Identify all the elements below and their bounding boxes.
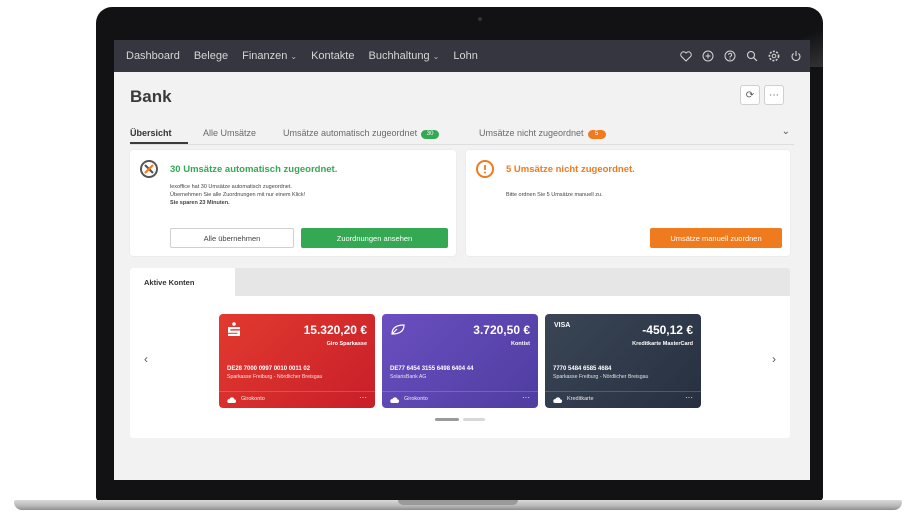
nav-buchhaltung[interactable]: Buchhaltung ⌄ xyxy=(368,50,439,62)
nav-dashboard[interactable]: Dashboard xyxy=(126,50,180,62)
accept-all-button[interactable]: Alle übernehmen xyxy=(170,228,294,248)
cloud-icon xyxy=(227,397,236,403)
carousel-page-indicator-active[interactable] xyxy=(435,418,459,421)
nav-kontakte[interactable]: Kontakte xyxy=(311,50,354,62)
card-account-name: Kontist xyxy=(511,341,530,347)
app-screen: Dashboard Belege Finanzen ⌄ Kontakte Buch… xyxy=(114,40,810,480)
kontist-logo-icon xyxy=(391,322,405,340)
nav-belege[interactable]: Belege xyxy=(194,50,228,62)
account-card-sparkasse[interactable]: 15.320,20 € Giro Sparkasse DE28 7000 099… xyxy=(219,314,375,408)
tab-nicht-zugeordnet-label: Umsätze nicht zugeordnet xyxy=(479,128,584,138)
tab-uebersicht[interactable]: Übersicht xyxy=(130,128,172,138)
card-more-button[interactable]: ··· xyxy=(685,393,693,402)
lexoffice-logo-icon xyxy=(140,160,158,178)
tab-alle-umsaetze-label: Alle Umsätze xyxy=(203,128,257,138)
unassigned-text: Bitte ordnen Sie 5 Umsätze manuell zu. xyxy=(506,192,603,198)
laptop-base xyxy=(0,498,916,515)
nav-lohn[interactable]: Lohn xyxy=(453,50,477,62)
card-bank-name: Sparkasse Freiburg - Nördlicher Breisgau xyxy=(227,374,323,380)
card-account-name: Giro Sparkasse xyxy=(326,341,367,347)
unassigned-heading: 5 Umsätze nicht zugeordnet. xyxy=(506,164,635,175)
carousel-next-button[interactable]: › xyxy=(772,352,776,366)
base-notch xyxy=(398,500,518,505)
refresh-button[interactable]: ⟳ xyxy=(740,85,760,105)
tab-automatisch-zugeordnet[interactable]: Umsätze automatisch zugeordnet 30 xyxy=(283,128,440,139)
nav-finanzen[interactable]: Finanzen ⌄ xyxy=(242,50,297,62)
heart-icon[interactable] xyxy=(680,50,692,62)
view-assignments-button[interactable]: Zuordnungen ansehen xyxy=(301,228,448,248)
carousel-prev-button[interactable]: ‹ xyxy=(144,352,148,366)
active-accounts-section: Aktive Konten ‹ › 15.320,20 € Giro Spark… xyxy=(130,268,790,438)
auto-assigned-text-1: lexoffice hat 30 Umsätze automatisch zug… xyxy=(170,184,292,190)
auto-assigned-heading: 30 Umsätze automatisch zugeordnet. xyxy=(170,164,338,175)
help-icon[interactable] xyxy=(724,50,736,62)
card-bank-name: SolarisBank AG xyxy=(390,374,427,380)
carousel-page-indicator[interactable] xyxy=(463,418,485,421)
page-title: Bank xyxy=(130,87,172,106)
tab-automatisch-label: Umsätze automatisch zugeordnet xyxy=(283,128,418,138)
chevron-down-icon: ⌄ xyxy=(432,52,440,61)
power-icon[interactable] xyxy=(790,50,802,62)
tab-bar: Übersicht Alle Umsätze Umsätze automatis… xyxy=(130,124,794,145)
card-balance: 3.720,50 € xyxy=(473,323,530,337)
unassigned-panel: 5 Umsätze nicht zugeordnet. Bitte ordnen… xyxy=(466,150,790,256)
auto-assigned-text-2: Übernehmen Sie alle Zuordnungen mit nur … xyxy=(170,192,306,198)
nav-belege-label: Belege xyxy=(193,50,229,62)
active-tab-indicator xyxy=(130,142,188,144)
nav-dashboard-label: Dashboard xyxy=(126,50,180,62)
card-balance: -450,12 € xyxy=(642,323,693,337)
settings-icon[interactable] xyxy=(768,50,780,62)
assign-manually-button[interactable]: Umsätze manuell zuordnen xyxy=(650,228,782,248)
card-account-name: Kreditkarte MasterCard xyxy=(632,341,693,347)
card-more-button[interactable]: ··· xyxy=(359,393,367,402)
card-footer: Kreditkarte ··· xyxy=(545,391,701,408)
card-iban: 7770 5484 6585 4684 xyxy=(553,366,612,372)
card-more-button[interactable]: ··· xyxy=(522,393,530,402)
visa-logo: VISA xyxy=(554,322,571,329)
chevron-down-icon: ⌄ xyxy=(290,52,298,61)
card-footer: Girokonto ··· xyxy=(219,391,375,408)
card-footer: Girokonto ··· xyxy=(382,391,538,408)
card-iban: DE77 6454 3155 6498 6404 44 xyxy=(390,366,474,372)
cloud-icon xyxy=(553,397,562,403)
nav-icon-group xyxy=(680,40,802,72)
count-badge: 30 xyxy=(421,130,440,139)
more-button[interactable]: ⋯ xyxy=(764,85,784,105)
tab-uebersicht-label: Übersicht xyxy=(130,128,172,138)
count-badge: 5 xyxy=(587,130,606,139)
tab-alle-umsaetze[interactable]: Alle Umsätze xyxy=(203,128,256,138)
tab-nicht-zugeordnet[interactable]: Umsätze nicht zugeordnet 5 xyxy=(479,128,606,139)
tab-aktive-konten[interactable]: Aktive Konten xyxy=(130,268,235,296)
card-account-type: Kreditkarte xyxy=(567,396,594,402)
card-bank-name: Sparkasse Freiburg - Nördlicher Breisgau xyxy=(553,374,649,380)
nav-finanzen-label: Finanzen xyxy=(242,50,288,62)
card-balance: 15.320,20 € xyxy=(303,323,367,337)
sparkasse-logo-icon xyxy=(228,322,240,341)
card-iban: DE28 7000 0997 0010 0011 02 xyxy=(227,366,311,372)
top-navigation: Dashboard Belege Finanzen ⌄ Kontakte Buch… xyxy=(114,40,810,72)
chevron-down-icon[interactable]: ⌄ xyxy=(782,126,790,137)
nav-kontakte-label: Kontakte xyxy=(311,50,355,62)
card-account-type: Girokonto xyxy=(241,396,265,402)
search-icon[interactable] xyxy=(746,50,758,62)
warning-icon xyxy=(476,160,494,178)
plus-circle-icon[interactable] xyxy=(702,50,714,62)
auto-assigned-panel: 30 Umsätze automatisch zugeordnet. lexof… xyxy=(130,150,456,256)
refresh-icon: ⟳ xyxy=(745,89,755,101)
nav-buchhaltung-label: Buchhaltung xyxy=(368,50,430,62)
account-card-mastercard[interactable]: VISA -450,12 € Kreditkarte MasterCard 77… xyxy=(545,314,701,408)
card-account-type: Girokonto xyxy=(404,396,428,402)
nav-lohn-label: Lohn xyxy=(453,50,478,62)
camera-dot xyxy=(478,17,482,21)
account-card-kontist[interactable]: 3.720,50 € Kontist DE77 6454 3155 6498 6… xyxy=(382,314,538,408)
auto-assigned-text-3: Sie sparen 23 Minuten. xyxy=(170,200,230,206)
more-icon: ⋯ xyxy=(769,89,779,101)
cloud-icon xyxy=(390,397,399,403)
tab-aktive-konten-label: Aktive Konten xyxy=(144,277,195,287)
